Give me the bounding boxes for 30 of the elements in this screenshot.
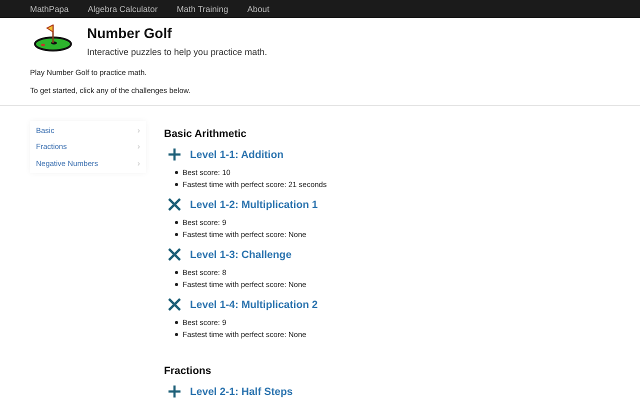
bullet-icon (175, 283, 178, 286)
section-heading: Basic Arithmetic (164, 128, 248, 140)
close-icon (168, 298, 181, 311)
page-title: Number Golf (87, 25, 173, 41)
plus-icon (168, 148, 181, 161)
level-link[interactable]: Level 1-3: Challenge (190, 248, 292, 260)
bullet-icon (175, 333, 178, 336)
nav-link[interactable]: MathPapa (30, 4, 69, 14)
page-subtitle: Interactive puzzles to help you practice math. (87, 47, 268, 57)
plus-icon (168, 385, 181, 398)
nav-link[interactable]: Algebra Calculator (88, 4, 158, 14)
nav-link[interactable]: About (247, 4, 270, 14)
level-link[interactable]: Level 1-1: Addition (190, 148, 284, 160)
level-link[interactable]: Level 2-1: Half Steps (190, 386, 293, 398)
chevron-icon: › (137, 126, 140, 135)
section-heading: Fractions (164, 365, 212, 377)
bullet-icon (175, 221, 178, 224)
golf-hole-drawing (33, 22, 73, 52)
bullet-icon (175, 271, 178, 274)
bullet-icon (175, 321, 178, 324)
level-link[interactable]: Level 1-2: Multiplication 1 (190, 198, 318, 210)
close-icon (168, 198, 181, 211)
close-icon (168, 248, 181, 261)
chevron-icon: › (137, 158, 140, 168)
bullet-icon (175, 171, 178, 174)
level-link[interactable]: Level 1-4: Multiplication 2 (190, 298, 318, 310)
nav-link[interactable]: Math Training (176, 4, 228, 14)
chevron-icon: › (137, 142, 140, 152)
bullet-icon (175, 183, 178, 186)
bullet-icon (175, 233, 178, 236)
